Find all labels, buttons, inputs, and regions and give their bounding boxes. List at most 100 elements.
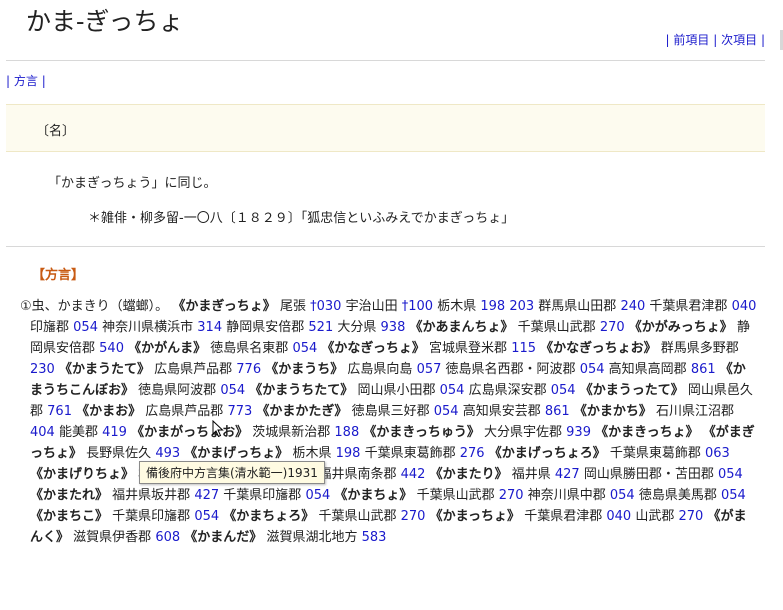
entry-navigation: | 前項目 | 次項目 | (666, 31, 765, 48)
source-link[interactable]: 188 (334, 425, 359, 440)
region-text: 福井県南条郡 (318, 467, 397, 482)
region-text: 千葉県山武郡 (416, 488, 495, 503)
source-link[interactable]: 761 (47, 404, 72, 419)
next-entry-link[interactable]: 次項目 (721, 33, 757, 47)
region-text: 千葉県印旛郡 (223, 488, 302, 503)
source-link[interactable]: 773 (227, 404, 252, 419)
dialect-term: 《かまきっちょ》 (595, 425, 699, 440)
dialect-category-link[interactable]: 方言 (14, 74, 38, 88)
source-link[interactable]: 938 (381, 320, 406, 335)
category-separator: | (41, 74, 46, 88)
source-link[interactable]: 861 (545, 404, 570, 419)
region-text: 尾張 (279, 299, 306, 314)
source-link[interactable]: 427 (555, 467, 580, 482)
region-text: 福井県 (511, 467, 551, 482)
source-link[interactable]: 054 (434, 404, 459, 419)
source-link[interactable]: 270 (499, 488, 524, 503)
source-link[interactable]: 861 (691, 362, 716, 377)
source-link[interactable]: 442 (401, 467, 426, 482)
source-link[interactable]: 270 (401, 509, 426, 524)
source-link[interactable]: 040 (732, 299, 757, 314)
source-link[interactable]: 054 (220, 383, 245, 398)
header-divider (6, 60, 765, 61)
source-link[interactable]: 054 (610, 488, 635, 503)
source-link[interactable]: 203 (509, 299, 534, 314)
page-title: かま‐ぎっちょ (26, 7, 184, 36)
category-separator: | (6, 74, 11, 88)
region-text: 徳島県名西郡・阿波郡 (445, 362, 576, 377)
dialect-term: 《かまがっちょお》 (131, 425, 249, 440)
source-link[interactable]: 063 (705, 446, 730, 461)
dialect-term: 《かまかち》 (573, 404, 652, 419)
source-link[interactable]: 054 (194, 509, 219, 524)
source-link[interactable]: 270 (678, 509, 703, 524)
region-text: 広島県向島 (347, 362, 413, 377)
source-link[interactable]: 054 (551, 383, 576, 398)
source-link[interactable]: 040 (606, 509, 631, 524)
source-link[interactable]: 276 (460, 446, 485, 461)
region-text: 高知県安芸郡 (462, 404, 541, 419)
source-link[interactable]: 054 (718, 467, 743, 482)
region-text: 千葉県君津郡 (524, 509, 603, 524)
source-link[interactable]: 608 (155, 530, 180, 545)
region-text: 千葉県東葛飾郡 (609, 446, 701, 461)
source-link[interactable]: 939 (566, 425, 591, 440)
source-link[interactable]: †100 (402, 299, 433, 314)
dialect-term: 《かまげっちょ》 (184, 446, 289, 461)
source-link[interactable]: †030 (310, 299, 341, 314)
dialect-term: 《かまちょ》 (334, 488, 413, 503)
region-text: 茨城県新治郡 (252, 425, 331, 440)
region-text: 神奈川県横浜市 (102, 320, 194, 335)
region-text: 山武郡 (635, 509, 675, 524)
source-link[interactable]: 521 (308, 320, 333, 335)
dialect-term: 《かまうたて》 (58, 362, 150, 377)
region-text: 栃木県 (292, 446, 332, 461)
region-text: 徳島県美馬郡 (638, 488, 717, 503)
source-link[interactable]: 057 (417, 362, 442, 377)
source-link[interactable]: 054 (292, 341, 317, 356)
region-text: 広島県深安郡 (468, 383, 547, 398)
dialect-term: 《かまちょろ》 (223, 509, 315, 524)
source-link[interactable]: 054 (721, 488, 746, 503)
dialect-term: 《かまうったて》 (579, 383, 684, 398)
nav-separator: | (665, 33, 670, 47)
dialect-term: 《かまげっちょろ》 (488, 446, 606, 461)
dialect-term: 《かまうち》 (265, 362, 344, 377)
source-link[interactable]: 054 (440, 383, 465, 398)
source-link[interactable]: 270 (600, 320, 625, 335)
source-link[interactable]: 198 (336, 446, 361, 461)
source-link[interactable]: 493 (155, 446, 180, 461)
dialect-term: 《かまげりちょ》 (30, 467, 135, 482)
source-link[interactable]: 198 (480, 299, 505, 314)
dialect-term: 《かまきっちゅう》 (363, 425, 480, 440)
dialect-term: 《かまうちたて》 (249, 383, 354, 398)
region-text: 長野県佐久 (86, 446, 152, 461)
prev-entry-link[interactable]: 前項目 (673, 33, 709, 47)
source-link[interactable]: 583 (362, 530, 387, 545)
dialect-term: 《かまたれ》 (30, 488, 109, 503)
source-link[interactable]: 427 (194, 488, 219, 503)
category-links: | 方言 | (6, 72, 46, 89)
source-link[interactable]: 419 (102, 425, 127, 440)
part-of-speech-box: 〔名〕 (6, 104, 765, 152)
source-link[interactable]: 054 (580, 362, 605, 377)
region-text: 宮城県登米郡 (429, 341, 508, 356)
source-link[interactable]: 115 (511, 341, 536, 356)
source-link[interactable]: 314 (197, 320, 222, 335)
dialect-term: 《かあまんちょ》 (409, 320, 514, 335)
source-link[interactable]: 540 (99, 341, 124, 356)
dialect-term: 《かまちこ》 (30, 509, 109, 524)
source-link[interactable]: 230 (30, 362, 55, 377)
dialect-term: 《かまお》 (76, 404, 142, 419)
citation-text: ＊雑俳・柳多留‐一〇八〔１８２９〕「狐忠信といふみえでかまぎっちょ」 (88, 211, 515, 226)
source-link[interactable]: 054 (305, 488, 330, 503)
region-text: 滋賀県伊香郡 (73, 530, 152, 545)
dialect-term: 《かまっちょ》 (429, 509, 521, 524)
source-link[interactable]: 240 (620, 299, 645, 314)
source-link[interactable]: 404 (30, 425, 55, 440)
source-link[interactable]: 776 (236, 362, 261, 377)
region-text: 岡山県勝田郡・苫田郡 (583, 467, 714, 482)
source-link[interactable]: 054 (73, 320, 98, 335)
region-text: 徳島県三好郡 (351, 404, 430, 419)
region-text: 千葉県東葛飾郡 (364, 446, 456, 461)
